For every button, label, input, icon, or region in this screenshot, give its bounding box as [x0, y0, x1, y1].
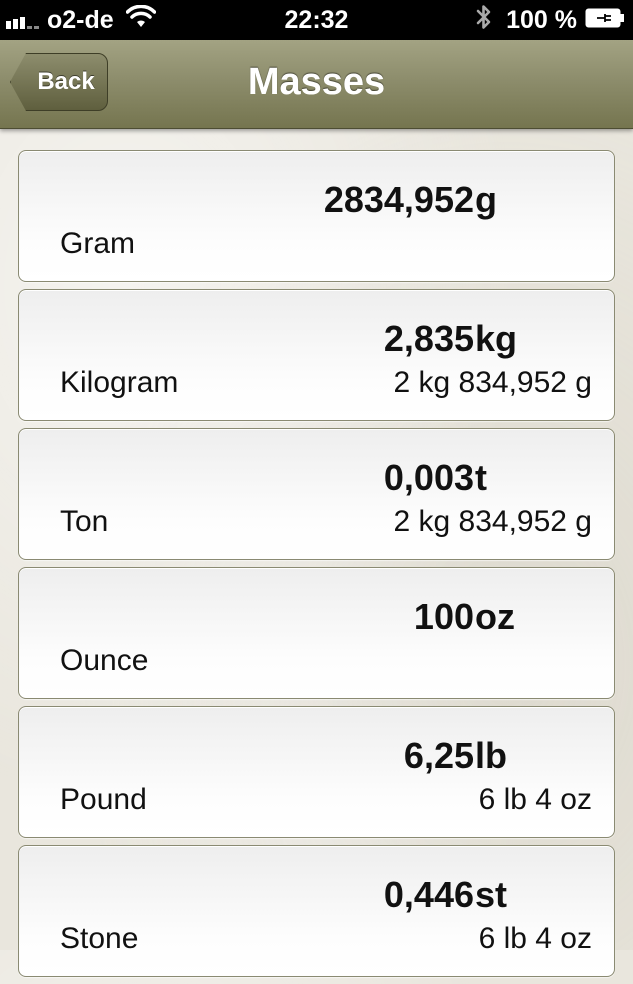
unit-name: Stone: [60, 922, 139, 955]
units-list: 2834,952 g Gram 2,835 kg Kilogram 2 kg 8…: [18, 150, 615, 984]
unit-symbol: st: [475, 874, 508, 915]
unit-name: Pound: [60, 783, 147, 816]
battery-charging-icon: [585, 6, 625, 35]
status-bar: o2-de 22:32 100 %: [0, 0, 633, 40]
unit-row-kilogram[interactable]: 2,835 kg Kilogram 2 kg 834,952 g: [18, 289, 615, 421]
page-title: Masses: [247, 61, 386, 103]
unit-value: 100: [413, 596, 474, 637]
unit-name: Ton: [60, 505, 109, 538]
unit-value: 2834,952: [323, 179, 474, 220]
unit-symbol: oz: [475, 596, 515, 637]
unit-value: 0,446: [383, 874, 474, 915]
unit-symbol: lb: [475, 735, 507, 776]
bluetooth-icon: [476, 3, 492, 38]
unit-value: 0,003: [383, 457, 474, 498]
unit-row-ton[interactable]: 0,003 t Ton 2 kg 834,952 g: [18, 428, 615, 560]
unit-name: Ounce: [60, 644, 149, 677]
unit-detail: 2 kg 834,952 g: [393, 366, 592, 399]
unit-value: 6,25: [403, 735, 474, 776]
unit-detail: 2 kg 834,952 g: [393, 505, 592, 538]
unit-symbol: g: [475, 179, 497, 220]
unit-value: 2,835: [383, 318, 474, 359]
unit-symbol: kg: [475, 318, 518, 359]
unit-row-gram[interactable]: 2834,952 g Gram: [18, 150, 615, 282]
unit-detail: 6 lb 4 oz: [478, 922, 592, 955]
unit-name: Gram: [60, 227, 135, 260]
unit-row-stone[interactable]: 0,446 st Stone 6 lb 4 oz: [18, 845, 615, 977]
unit-row-ounce[interactable]: 100 oz Ounce: [18, 567, 615, 699]
status-right: 100 %: [476, 3, 625, 38]
unit-detail: 6 lb 4 oz: [478, 783, 592, 816]
battery-percent: 100 %: [506, 5, 577, 34]
navigation-bar: Back Masses: [0, 40, 633, 129]
unit-symbol: t: [475, 457, 487, 498]
unit-name: Kilogram: [60, 366, 179, 399]
unit-row-pound[interactable]: 6,25 lb Pound 6 lb 4 oz: [18, 706, 615, 838]
